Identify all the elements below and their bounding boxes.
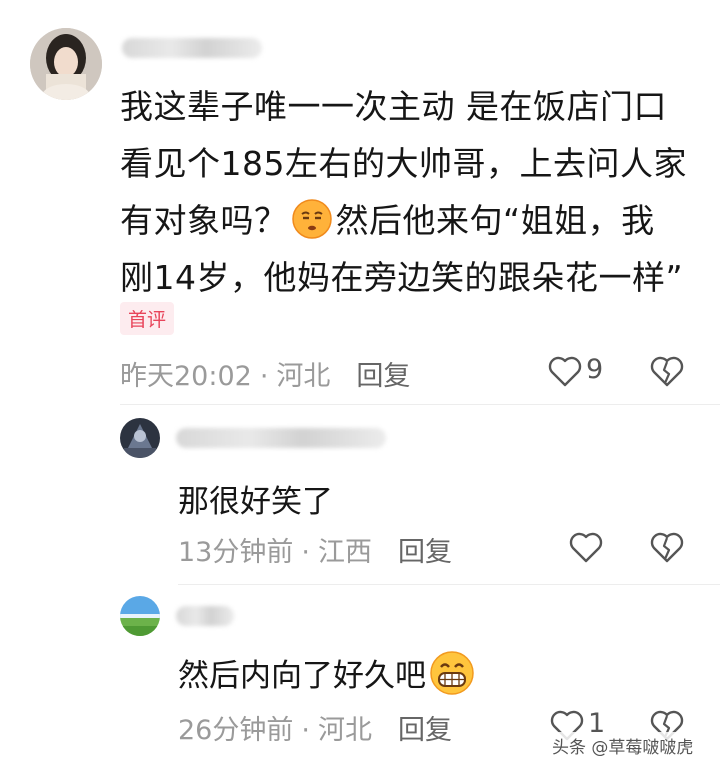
comment-line: 看见个185左右的大帅哥，上去问人家 (120, 144, 687, 183)
reply-username[interactable] (176, 606, 234, 626)
avatar-photo (120, 596, 160, 636)
reply-avatar[interactable] (120, 596, 160, 636)
commenter-username[interactable] (122, 38, 262, 58)
comment-meta: 昨天20:02 · 河北 回复 (120, 354, 410, 393)
broken-heart-icon (650, 532, 684, 563)
reply-avatar[interactable] (120, 418, 160, 458)
dislike-button[interactable] (650, 356, 684, 388)
comment-text: 我这辈子唯一一次主动 是在饭店门口 看见个185左右的大帅哥，上去问人家 有对象… (120, 78, 700, 306)
reply-fragment: 然后内向了好久吧 (178, 658, 426, 694)
like-button[interactable] (569, 532, 603, 564)
comment-fragment: 有对象吗？ (120, 201, 288, 240)
comment-line: 刚14岁，他妈在旁边笑的跟朵花一样” (120, 258, 684, 297)
divider (120, 404, 720, 405)
reply-button[interactable]: 回复 (398, 537, 452, 568)
reply-text: 然后内向了好久吧 (178, 650, 478, 695)
heart-icon (548, 356, 582, 387)
meta-separator: · (259, 361, 269, 392)
comment-location: 河北 (276, 361, 331, 392)
grin-emoji-icon (430, 651, 474, 695)
like-button[interactable]: 9 (548, 354, 618, 390)
comment-fragment: 然后他来句“姐姐，我 (335, 201, 655, 240)
like-count: 9 (586, 354, 604, 385)
source-watermark: 头条 @草莓啵啵虎 (548, 732, 698, 759)
reply-location: 河北 (317, 715, 372, 746)
reply-time: 26分钟前 (178, 715, 294, 746)
comment-line: 有对象吗？ 然后他来句“姐姐，我 (120, 192, 700, 249)
reply-username[interactable] (176, 428, 386, 448)
smug-emoji-icon (291, 199, 332, 239)
reply-meta: 13分钟前 · 江西 回复 (178, 530, 452, 569)
heart-icon (569, 532, 603, 563)
avatar-photo (120, 418, 160, 458)
reply-meta: 26分钟前 · 河北 回复 (178, 708, 452, 747)
first-comment-badge: 首评 (120, 302, 175, 335)
meta-separator: · (301, 537, 310, 568)
comment-time: 昨天20:02 (120, 361, 252, 392)
broken-heart-icon (650, 356, 684, 387)
divider (178, 584, 720, 585)
reply-text: 那很好笑了 (178, 484, 333, 520)
meta-separator: · (301, 715, 310, 746)
avatar-photo (30, 28, 102, 100)
commenter-avatar[interactable] (30, 28, 102, 100)
dislike-button[interactable] (650, 532, 684, 564)
reply-button[interactable]: 回复 (356, 361, 410, 392)
comment-line: 我这辈子唯一一次主动 是在饭店门口 (120, 87, 667, 126)
reply-time: 13分钟前 (178, 537, 294, 568)
reply-location: 江西 (317, 537, 372, 568)
reply-button[interactable]: 回复 (398, 715, 452, 746)
